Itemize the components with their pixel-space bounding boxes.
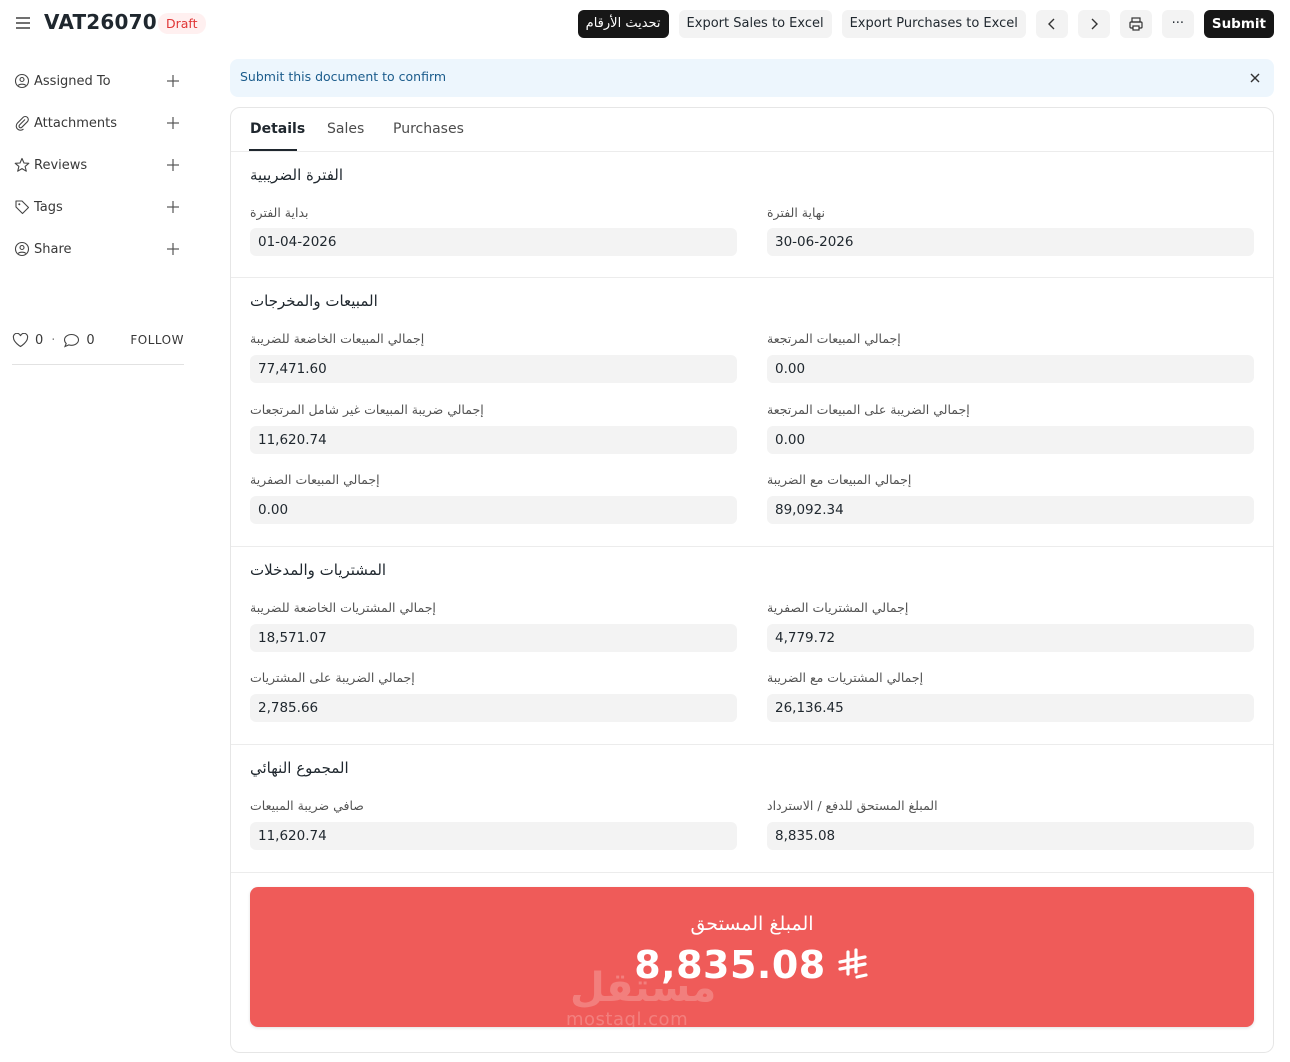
chevron-right-icon [1091, 18, 1098, 30]
field-label: صافي ضريبة المبيعات [250, 798, 364, 813]
sidebar-item-assigned-to[interactable]: Assigned To [12, 60, 184, 102]
page-title: VAT26070 [44, 10, 157, 34]
sales-with-tax-field[interactable]: 89,092.34 [767, 496, 1254, 524]
next-doc-button[interactable] [1077, 10, 1110, 38]
update-numbers-button[interactable]: تحديث الأرقام [577, 10, 669, 38]
field-label: إجمالي المبيعات الخاضعة للضريبة [250, 331, 425, 346]
tab-sales[interactable]: Sales [327, 121, 364, 137]
net-vat-field[interactable]: 11,620.74 [250, 822, 737, 850]
user-plus-icon [14, 73, 30, 89]
field-label: إجمالي المشتريات الخاضعة للضريبة [250, 600, 436, 615]
export-sales-button[interactable]: Export Sales to Excel [678, 10, 832, 38]
sidebar-item-tags[interactable]: Tags [12, 186, 184, 228]
sidebar-item-share[interactable]: Share [12, 228, 184, 270]
submit-button[interactable]: Submit [1203, 10, 1274, 38]
amount-due-value: 8,835.08 [634, 943, 826, 987]
comment-icon[interactable] [63, 333, 80, 348]
sales-returned-field[interactable]: 0.00 [767, 355, 1254, 383]
amount-due-field[interactable]: 8,835.08 [767, 822, 1254, 850]
comments-count: 0 [86, 332, 95, 348]
separator-dot: · [51, 332, 56, 348]
section-title: الفترة الضريبية [250, 166, 344, 184]
field-label: إجمالي المشتريات الصفرية [767, 600, 909, 615]
social-counters: 0 · 0 FOLLOW [12, 328, 184, 352]
field-label: إجمالي الضريبة على المبيعات المرتجعة [767, 402, 970, 417]
section-sales: المبيعات والمخرجات إجمالي المبيعات الخاض… [231, 278, 1273, 547]
more-menu-button[interactable]: ··· [1161, 10, 1194, 38]
field-label: إجمالي المبيعات الصفرية [250, 472, 380, 487]
form-card: Details Sales Purchases الفترة الضريبية … [230, 107, 1274, 1053]
period-end-field[interactable]: 30-06-2026 [767, 228, 1254, 256]
sales-zero-rated-field[interactable]: 0.00 [250, 496, 737, 524]
section-totals: المجموع النهائي صافي ضريبة المبيعات 11,6… [231, 745, 1273, 873]
sales-vat-field[interactable]: 11,620.74 [250, 426, 737, 454]
amount-due-banner: مستقل mostaql.com المبلغ المستحق 8,835.0… [250, 887, 1254, 1027]
tag-icon [15, 200, 30, 215]
sidebar-item-label: Attachments [34, 115, 117, 131]
close-icon[interactable] [1248, 71, 1262, 85]
status-badge: Draft [158, 13, 206, 34]
export-purchases-button[interactable]: Export Purchases to Excel [841, 10, 1026, 38]
sidebar-item-reviews[interactable]: Reviews [12, 144, 184, 186]
menu-icon[interactable] [14, 14, 32, 32]
section-tax-period: الفترة الضريبية بداية الفترة 01-04-2026 … [231, 152, 1273, 278]
likes-count: 0 [35, 332, 44, 348]
section-title: المبيعات والمخرجات [250, 292, 378, 310]
plus-icon[interactable] [166, 242, 180, 256]
period-start-field[interactable]: 01-04-2026 [250, 228, 737, 256]
sidebar: Assigned To Attachments Reviews Tags Sha… [12, 60, 184, 270]
sidebar-item-label: Assigned To [34, 73, 111, 89]
section-purchases: المشتريات والمدخلات إجمالي المشتريات الخ… [231, 547, 1273, 745]
section-title: المشتريات والمدخلات [250, 561, 387, 579]
heart-icon[interactable] [12, 332, 29, 348]
field-label: نهاية الفترة [767, 205, 826, 220]
plus-icon[interactable] [166, 74, 180, 88]
follow-button[interactable]: FOLLOW [130, 333, 184, 347]
sidebar-divider [12, 364, 184, 365]
section-title: المجموع النهائي [250, 759, 349, 777]
field-label: إجمالي المبيعات مع الضريبة [767, 472, 912, 487]
plus-icon[interactable] [166, 116, 180, 130]
amount-due-label: المبلغ المستحق [690, 913, 814, 935]
purchases-zero-rated-field[interactable]: 4,779.72 [767, 624, 1254, 652]
tab-details[interactable]: Details [250, 121, 305, 137]
tab-bar: Details Sales Purchases [231, 108, 1273, 152]
star-icon [14, 157, 30, 172]
chevron-left-icon [1047, 18, 1055, 30]
sidebar-item-label: Share [34, 241, 72, 257]
saudi-riyal-icon [838, 948, 868, 979]
top-bar: VAT26070 Draft تحديث الأرقام Export Sale… [0, 0, 1290, 48]
alert-message: Submit this document to confirm [240, 69, 447, 84]
share-user-icon [14, 241, 30, 257]
field-label: إجمالي المشتريات مع الضريبة [767, 670, 924, 685]
active-tab-indicator [249, 149, 297, 151]
tab-purchases[interactable]: Purchases [393, 121, 464, 137]
sidebar-item-label: Reviews [34, 157, 88, 173]
field-label: إجمالي الضريبة على المشتريات [250, 670, 415, 685]
sales-taxable-field[interactable]: 77,471.60 [250, 355, 737, 383]
previous-doc-button[interactable] [1035, 10, 1068, 38]
purchases-with-tax-field[interactable]: 26,136.45 [767, 694, 1254, 722]
sales-returned-tax-field[interactable]: 0.00 [767, 426, 1254, 454]
sidebar-item-label: Tags [34, 199, 63, 215]
plus-icon[interactable] [166, 200, 180, 214]
paperclip-icon [15, 115, 29, 131]
header-actions: تحديث الأرقام Export Sales to Excel Expo… [577, 10, 1274, 38]
plus-icon[interactable] [166, 158, 180, 172]
purchases-tax-field[interactable]: 2,785.66 [250, 694, 737, 722]
amount-due-row: 8,835.08 [250, 943, 1254, 987]
field-label: المبلغ المستحق للدفع / الاسترداد [767, 798, 938, 813]
field-label: بداية الفترة [250, 205, 309, 220]
submit-alert: Submit this document to confirm [230, 59, 1274, 97]
watermark-url: mostaql.com [566, 1009, 689, 1027]
field-label: إجمالي ضريبة المبيعات غير شامل المرتجعات [250, 402, 484, 417]
print-button[interactable] [1119, 10, 1152, 38]
printer-icon [1129, 17, 1143, 31]
sidebar-item-attachments[interactable]: Attachments [12, 102, 184, 144]
purchases-taxable-field[interactable]: 18,571.07 [250, 624, 737, 652]
field-label: إجمالي المبيعات المرتجعة [767, 331, 901, 346]
